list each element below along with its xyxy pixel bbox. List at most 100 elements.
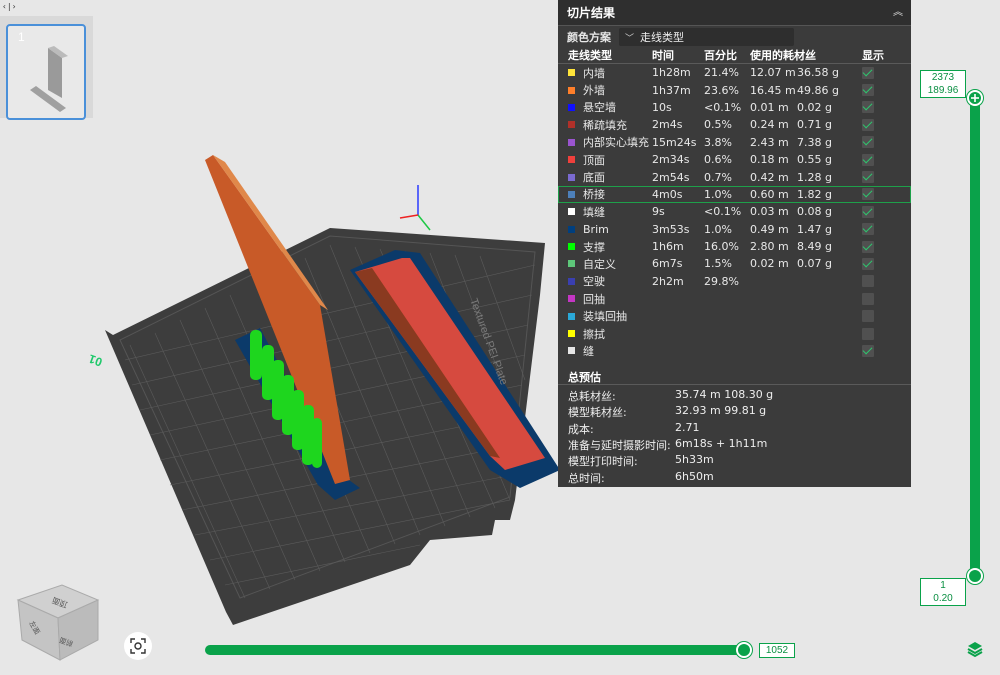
row-type-cell: 擦拭 [558,326,652,342]
layers-button[interactable] [966,640,984,658]
x-axis-line [399,214,419,219]
summary-row: 成本: 2.71 [568,421,700,437]
summary-row: 模型打印时间: 5h33m [568,453,714,469]
row-percent: 0.6% [704,153,732,167]
table-row[interactable]: Brim 3m53s 1.0% 0.49 m 1.47 g [558,221,911,238]
color-swatch [568,260,575,268]
table-row[interactable]: 自定义 6m7s 1.5% 0.02 m 0.07 g [558,255,911,272]
bottom-layer-label: 1 0.20 [920,578,966,606]
table-row[interactable]: 装填回抽 [558,307,911,324]
row-weight: 49.86 g [797,83,839,97]
plus-icon [971,94,979,102]
table-row[interactable]: 支撑 1h6m 16.0% 2.80 m 8.49 g [558,238,911,255]
color-scheme-select[interactable]: ﹀ 走线类型 [619,28,794,46]
row-time: 1h37m [652,83,691,97]
row-length: 0.49 m [750,222,789,236]
camera-fit-button[interactable] [124,632,152,660]
table-row[interactable]: 稀疏填充 2m4s 0.5% 0.24 m 0.71 g [558,116,911,133]
layer-slider-track[interactable] [970,98,980,576]
show-checkbox[interactable] [862,153,874,166]
color-swatch [568,312,575,320]
row-type-label: 自定义 [583,257,616,271]
row-time: 10s [652,100,672,114]
table-row[interactable]: 填缝 9s <0.1% 0.03 m 0.08 g [558,203,911,220]
row-percent: <0.1% [704,205,742,219]
view-cube[interactable]: 顶面 前面 左面 [16,584,100,661]
header-filament: 使用的耗材丝 [750,48,816,62]
row-time: 3m53s [652,222,690,236]
line-type-table: 走线类型 时间 百分比 使用的耗材丝 显示 内墙 1h28m 21.4% 12.07 … [558,46,911,360]
show-checkbox[interactable] [862,240,874,253]
row-type-cell: 自定义 [558,256,652,272]
collapse-chevron-icon[interactable]: ︽ [891,6,905,20]
plate-thumbnail-strip: 1 [0,16,93,120]
row-weight: 1.28 g [797,170,832,184]
table-row[interactable]: 悬空墙 10s <0.1% 0.01 m 0.02 g [558,99,911,116]
table-row[interactable]: 桥接 4m0s 1.0% 0.60 m 1.82 g [558,185,911,204]
table-row[interactable]: 底面 2m54s 0.7% 0.42 m 1.28 g [558,168,911,185]
row-type-label: 缝 [583,344,594,358]
row-show-cell [852,171,902,184]
show-checkbox[interactable] [862,101,874,114]
row-show-cell [852,223,902,236]
row-type-cell: 外墙 [558,82,652,98]
layer-slider-bottom-handle[interactable] [967,568,983,584]
table-row[interactable]: 内部实心填充 15m24s 3.8% 2.43 m 7.38 g [558,134,911,151]
summary-value: 6h50m [675,469,714,483]
table-row[interactable]: 外墙 1h37m 23.6% 16.45 m 49.86 g [558,81,911,98]
show-checkbox[interactable] [862,310,874,323]
row-type-label: 外墙 [583,84,605,98]
show-checkbox[interactable] [862,327,874,340]
summary-row: 模型耗材丝: 32.93 m 99.81 g [568,404,766,420]
table-row[interactable]: 顶面 2m34s 0.6% 0.18 m 0.55 g [558,151,911,168]
top-layer-label: 2373 189.96 [920,70,966,98]
slice-results-panel: 切片结果 ︽ 颜色方案 ﹀ 走线类型 走线类型 时间 百分比 使用的耗材丝 显示… [558,0,911,487]
table-row[interactable]: 空驶 2h2m 29.8% [558,273,911,290]
row-type-cell: 支撑 [558,239,652,255]
row-weight: 0.08 g [797,205,832,219]
show-checkbox[interactable] [862,188,874,201]
move-slider-handle[interactable] [736,642,752,658]
row-type-cell: 装填回抽 [558,308,652,324]
plate-id-text: 01 [86,351,104,369]
row-weight: 0.02 g [797,100,832,114]
show-checkbox[interactable] [862,66,874,79]
panel-title: 切片结果 [558,0,911,26]
summary-label: 总耗材丝: [568,390,616,403]
summary-value: 6m18s + 1h11m [675,436,768,450]
table-row[interactable]: 内墙 1h28m 21.4% 12.07 m 36.58 g [558,64,911,81]
show-checkbox[interactable] [862,275,874,288]
table-row[interactable]: 擦拭 [558,325,911,342]
show-checkbox[interactable] [862,118,874,131]
move-slider-track[interactable] [205,645,750,655]
table-row[interactable]: 回抽 [558,290,911,307]
row-time: 2m4s [652,118,683,132]
show-checkbox[interactable] [862,257,874,270]
show-checkbox[interactable] [862,84,874,97]
row-type-label: 支撑 [583,240,605,254]
row-type-cell: 顶面 [558,152,652,168]
show-checkbox[interactable] [862,205,874,218]
row-show-cell [852,275,902,288]
show-checkbox[interactable] [862,292,874,305]
color-swatch [568,347,575,355]
row-length: 2.80 m [750,240,789,254]
show-checkbox[interactable] [862,171,874,184]
plate-thumbnail[interactable]: 1 [6,24,86,120]
show-checkbox[interactable] [862,223,874,236]
summary-row: 总时间: 6h50m [568,470,714,486]
show-checkbox[interactable] [862,136,874,149]
row-type-cell: 桥接 [558,186,652,202]
row-show-cell [852,153,902,166]
table-row[interactable]: 缝 [558,342,911,359]
show-checkbox[interactable] [862,344,874,357]
row-show-cell [852,205,902,218]
color-swatch [568,69,575,77]
row-time: 1h28m [652,66,691,80]
header-time: 时间 [652,48,674,62]
layer-slider-top-handle[interactable] [967,90,983,106]
color-swatch [568,208,575,216]
row-type-cell: 回抽 [558,291,652,307]
color-scheme-label: 颜色方案 [567,31,611,44]
code-toggle-icon[interactable]: ‹|› [2,2,16,11]
